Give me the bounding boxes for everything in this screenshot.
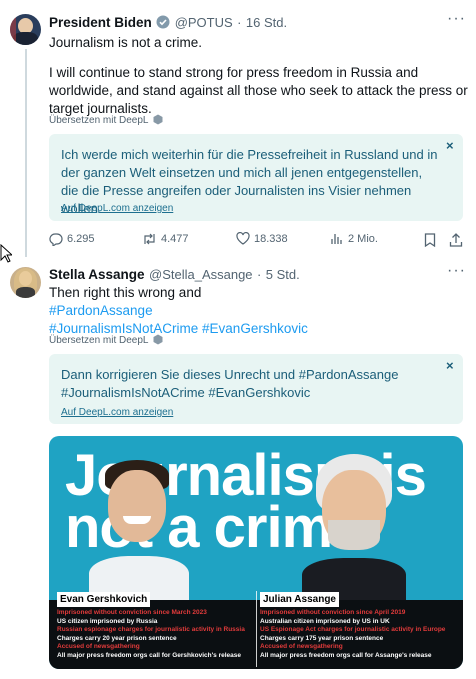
retweet-icon [142,232,157,246]
tweet1-line1: Journalism is not a crime. [49,35,203,50]
caption-name-assange: Julian Assange [260,592,339,607]
caption-line: Australian citizen imprisoned by US in U… [260,617,390,625]
separator: · [257,267,262,282]
translation-line1: Dann korrigieren Sie dieses Unrecht und … [61,367,399,382]
caption-divider [256,591,257,667]
share-icon[interactable] [449,233,463,247]
verified-icon [156,15,170,34]
caption-line: Charges carry 20 year prison sentence [57,634,177,642]
author-name[interactable]: President Biden [49,15,152,30]
view-on-deepl-link[interactable]: Auf DeepL.com anzeigen [61,203,173,214]
reply-icon [49,232,63,246]
caption-line: Charges carry 175 year prison sentence [260,634,384,642]
caption-line: Imprisoned without conviction since Apri… [260,609,406,616]
views-chart-icon [330,232,344,245]
caption-line: Accused of newsgathering [260,643,343,651]
caption-line: US Espionage Act charges for journalisti… [260,626,446,634]
tweet-image[interactable]: Journalism is not a crime Evan Gershkovi… [49,436,463,669]
more-options-icon[interactable]: ··· [447,10,466,28]
tweet2-header: Stella Assange @Stella_Assange · 5 Std. [49,266,300,284]
caption-line: Russian espionage charges for journalist… [57,626,245,634]
tweet1-header: President Biden @POTUS · 16 Std. [49,14,287,34]
avatar-biden[interactable] [10,14,41,45]
close-translation-icon[interactable]: × [446,138,454,153]
like-count: 18.338 [254,232,288,245]
retweet-button[interactable]: 4.477 [142,232,189,246]
tweet2-line1: Then right this wrong and [49,285,202,300]
views-button[interactable]: 2 Mio. [330,232,378,245]
avatar-stella[interactable] [10,267,41,298]
translate-link[interactable]: Übersetzen mit DeepL [49,334,163,348]
caption-left: Evan Gershkovich Imprisoned without conv… [57,589,253,661]
caption-line: All major press freedom orgs call for Ge… [57,651,241,659]
mouse-cursor-icon [0,244,12,264]
tweet-time[interactable]: 5 Std. [266,267,300,282]
hashtag-pardonassange[interactable]: #PardonAssange [49,302,153,320]
caption-line: US citizen imprisoned by Russia [57,617,158,625]
author-handle[interactable]: @Stella_Assange [149,267,253,282]
caption-line: Imprisoned without conviction since Marc… [57,609,207,616]
more-options-icon[interactable]: ··· [447,262,466,280]
deepl-icon [153,114,163,128]
caption-line: Accused of newsgathering [57,643,140,651]
translate-label: Übersetzen mit DeepL [49,335,149,346]
author-handle[interactable]: @POTUS [175,15,233,30]
views-count: 2 Mio. [348,232,378,245]
translate-label: Übersetzen mit DeepL [49,115,149,126]
translation-box: Dann korrigieren Sie dieses Unrecht und … [49,354,463,424]
separator: · [237,15,242,30]
close-translation-icon[interactable]: × [446,358,454,373]
tweet1-actions: 6.295 4.477 18.338 2 Mio. [49,232,469,250]
caption-name-gershkovich: Evan Gershkovich [57,592,151,607]
tweet-time[interactable]: 16 Std. [246,15,287,30]
portrait-assange [302,454,414,600]
heart-icon [236,232,250,245]
caption-line: All major press freedom orgs call for As… [260,651,432,659]
retweet-count: 4.477 [161,233,189,245]
reply-button[interactable]: 6.295 [49,232,95,246]
tweet1-paragraph: I will continue to stand strong for pres… [49,65,468,116]
translate-link[interactable]: Übersetzen mit DeepL [49,114,163,128]
caption-right: Julian Assange Imprisoned without convic… [260,589,460,661]
view-on-deepl-link[interactable]: Auf DeepL.com anzeigen [61,407,173,418]
translation-box: Ich werde mich weiterhin für die Pressef… [49,134,463,221]
bookmark-icon[interactable] [424,233,436,247]
like-button[interactable]: 18.338 [236,232,288,245]
translation-line2: #JournalismIsNotACrime #EvanGershkovic [61,385,311,400]
deepl-icon [153,334,163,348]
author-name[interactable]: Stella Assange [49,267,145,282]
reply-count: 6.295 [67,233,95,245]
portrait-gershkovich [89,460,193,600]
thread-line [25,49,27,257]
